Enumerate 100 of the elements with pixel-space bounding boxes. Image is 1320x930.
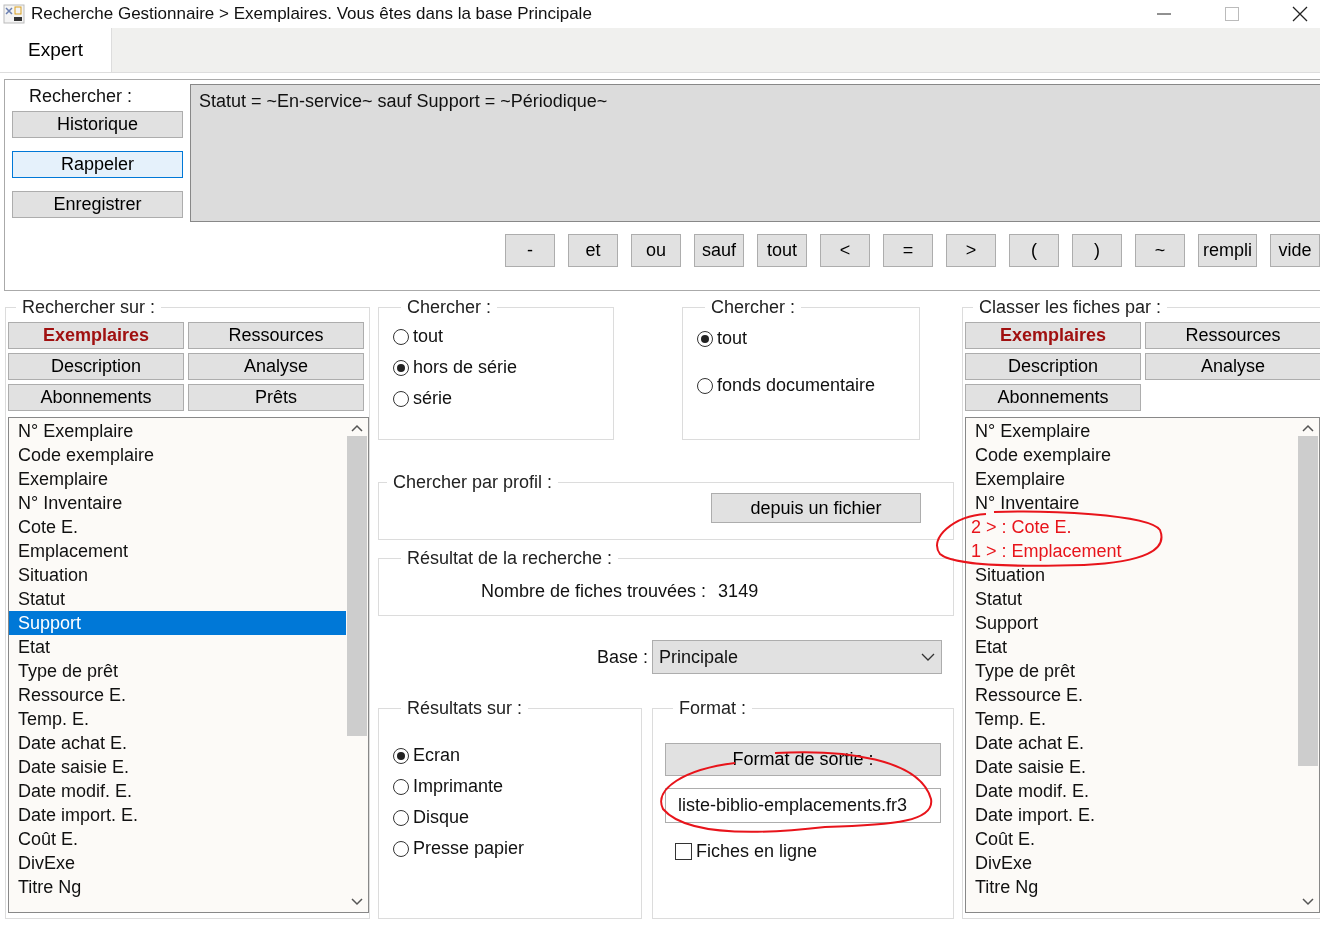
sort-field-item[interactable]: Type de prêt <box>966 659 1297 683</box>
group-title: Format : <box>678 698 747 719</box>
operator-button[interactable]: - <box>505 234 555 267</box>
base-label: Base : <box>595 646 648 668</box>
sort-field-item[interactable]: DivExe <box>966 851 1297 875</box>
scrollbar-thumb[interactable] <box>1298 436 1318 766</box>
query-button[interactable]: Rappeler <box>12 151 183 178</box>
field-list-item[interactable]: Situation <box>9 563 346 587</box>
operator-button[interactable]: tout <box>757 234 807 267</box>
category-button[interactable]: Description <box>8 353 184 380</box>
operator-button[interactable]: ou <box>631 234 681 267</box>
field-list-item[interactable]: N° Inventaire <box>9 491 346 515</box>
radio-option[interactable]: Disque <box>393 807 627 828</box>
field-list-item[interactable]: Temp. E. <box>9 707 346 731</box>
operator-button[interactable]: < <box>820 234 870 267</box>
sort-field-item[interactable]: Date import. E. <box>966 803 1297 827</box>
category-button[interactable]: Analyse <box>188 353 364 380</box>
field-list-item[interactable]: Code exemplaire <box>9 443 346 467</box>
operator-button[interactable]: rempli <box>1198 234 1257 267</box>
radio-option[interactable]: série <box>393 388 599 409</box>
operator-button[interactable]: ) <box>1072 234 1122 267</box>
group-title: Chercher : <box>710 297 797 318</box>
online-checkbox[interactable]: Fiches en ligne <box>675 841 941 862</box>
sort-field-item[interactable]: Ressource E. <box>966 683 1297 707</box>
field-list-item[interactable]: Support <box>9 611 346 635</box>
group-title: Chercher par profil : <box>392 472 554 493</box>
scroll-down-icon[interactable] <box>1302 898 1314 906</box>
operator-button[interactable]: ( <box>1009 234 1059 267</box>
group-title: Rechercher sur : <box>21 297 157 318</box>
operator-button[interactable]: > <box>946 234 996 267</box>
field-list-item[interactable]: N° Exemplaire <box>9 419 346 443</box>
sort-field-item[interactable]: Date saisie E. <box>966 755 1297 779</box>
sort-field-item[interactable]: N° Exemplaire <box>966 419 1297 443</box>
sort-field-item[interactable]: Temp. E. <box>966 707 1297 731</box>
category-button[interactable]: Ressources <box>188 322 364 349</box>
close-icon[interactable] <box>1292 6 1308 22</box>
sort-field-item[interactable]: Date achat E. <box>966 731 1297 755</box>
field-list-item[interactable]: Date modif. E. <box>9 779 346 803</box>
operator-button[interactable]: vide <box>1270 234 1320 267</box>
base-dropdown[interactable]: Principale <box>652 640 942 674</box>
sort-field-item[interactable]: Titre Ng <box>966 875 1297 899</box>
radio-option[interactable]: hors de série <box>393 357 599 378</box>
sort-field-item[interactable]: Date modif. E. <box>966 779 1297 803</box>
field-list-item[interactable]: Etat <box>9 635 346 659</box>
category-button[interactable]: Abonnements <box>8 384 184 411</box>
operator-button[interactable]: et <box>568 234 618 267</box>
field-list-item[interactable]: Ressource E. <box>9 683 346 707</box>
sort-field-item[interactable]: 1 > : Emplacement <box>966 539 1297 563</box>
group-title: Résultat de la recherche : <box>406 548 614 569</box>
operator-button[interactable]: sauf <box>694 234 744 267</box>
field-list-item[interactable]: Coût E. <box>9 827 346 851</box>
category-button[interactable]: Ressources <box>1145 322 1320 349</box>
sort-field-item[interactable]: 2 > : Cote E. <box>966 515 1297 539</box>
load-file-button[interactable]: depuis un fichier <box>711 493 921 523</box>
sort-field-item[interactable]: Situation <box>966 563 1297 587</box>
scroll-up-icon[interactable] <box>1302 424 1314 432</box>
radio-option[interactable]: fonds documentaire <box>697 375 905 396</box>
field-list-item[interactable]: Date import. E. <box>9 803 346 827</box>
sort-field-item[interactable]: Coût E. <box>966 827 1297 851</box>
category-button[interactable]: Analyse <box>1145 353 1320 380</box>
scrollbar-thumb[interactable] <box>347 436 367 736</box>
field-list-item[interactable]: DivExe <box>9 851 346 875</box>
operator-button[interactable]: ~ <box>1135 234 1185 267</box>
sort-field-item[interactable]: Support <box>966 611 1297 635</box>
window-title: Recherche Gestionnaire > Exemplaires. Vous êtes dans la base Principale <box>31 4 592 24</box>
field-list-item[interactable]: Type de prêt <box>9 659 346 683</box>
category-button[interactable]: Exemplaires <box>965 322 1141 349</box>
sort-field-item[interactable]: Exemplaire <box>966 467 1297 491</box>
category-button[interactable]: Exemplaires <box>8 322 184 349</box>
field-list-item[interactable]: Date saisie E. <box>9 755 346 779</box>
sort-field-item[interactable]: Statut <box>966 587 1297 611</box>
field-list-item[interactable]: Emplacement <box>9 539 346 563</box>
radio-option[interactable]: Presse papier <box>393 838 627 859</box>
scroll-up-icon[interactable] <box>351 424 363 432</box>
field-list-item[interactable]: Date achat E. <box>9 731 346 755</box>
field-list-item[interactable]: Statut <box>9 587 346 611</box>
radio-option[interactable]: tout <box>393 326 599 347</box>
format-file-field[interactable]: liste-biblio-emplacements.fr3 <box>665 788 941 823</box>
category-button[interactable]: Description <box>965 353 1141 380</box>
category-button[interactable]: Prêts <box>188 384 364 411</box>
search-label: Rechercher : <box>29 86 133 107</box>
group-title: Classer les fiches par : <box>978 297 1163 318</box>
field-list-item[interactable]: Cote E. <box>9 515 346 539</box>
scroll-down-icon[interactable] <box>351 898 363 906</box>
query-button[interactable]: Enregistrer <box>12 191 183 218</box>
query-field[interactable]: Statut = ~En-service~ sauf Support = ~Périodique~ <box>190 84 1320 222</box>
sort-field-item[interactable]: N° Inventaire <box>966 491 1297 515</box>
result-count: 3149 <box>718 581 759 602</box>
sort-field-item[interactable]: Etat <box>966 635 1297 659</box>
radio-option[interactable]: tout <box>697 328 905 349</box>
sort-field-item[interactable]: Code exemplaire <box>966 443 1297 467</box>
operator-button[interactable]: = <box>883 234 933 267</box>
expert-tab[interactable]: Expert <box>0 28 112 72</box>
category-button[interactable]: Abonnements <box>965 384 1141 411</box>
maximize-icon[interactable] <box>1224 6 1240 22</box>
radio-option[interactable]: Ecran <box>393 745 627 766</box>
query-button[interactable]: Historique <box>12 111 183 138</box>
field-list-item[interactable]: Titre Ng <box>9 875 346 899</box>
field-list-item[interactable]: Exemplaire <box>9 467 346 491</box>
radio-option[interactable]: Imprimante <box>393 776 627 797</box>
